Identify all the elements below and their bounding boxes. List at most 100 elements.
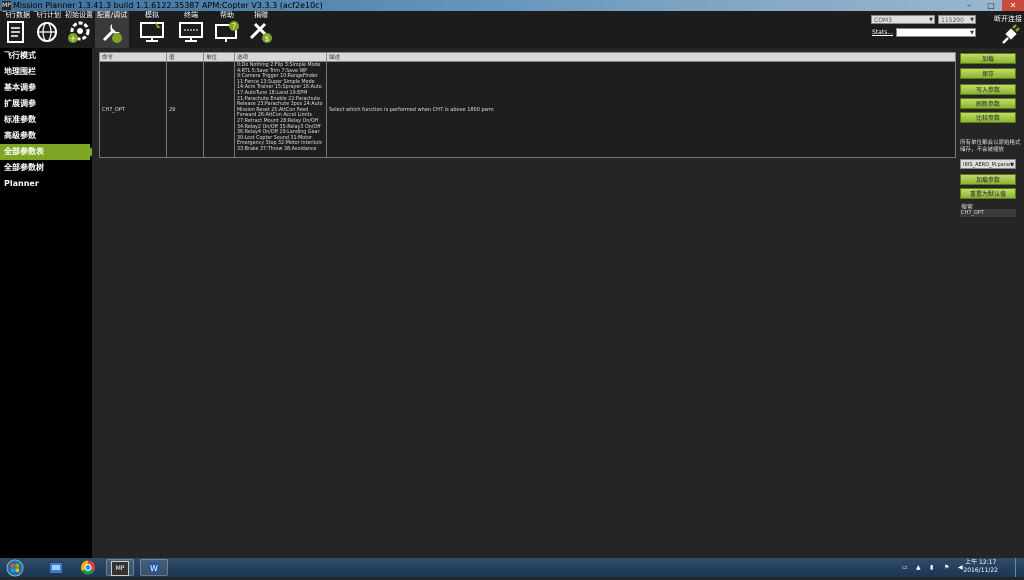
disconnect-label: 断开连接 xyxy=(994,15,1022,23)
save-button[interactable]: 保存 xyxy=(960,68,1016,79)
tray-keyboard-icon[interactable]: ▭ xyxy=(902,564,908,571)
toolbar-donate[interactable]: 捐赠 $ xyxy=(245,11,277,48)
sidebar-item-label: 地理围栏 xyxy=(4,67,36,76)
reset-defaults-button[interactable]: 重置为默认值 xyxy=(960,188,1016,199)
terminal-icon xyxy=(179,22,203,42)
taskbar-explorer[interactable] xyxy=(42,559,70,576)
svg-text:+: + xyxy=(70,34,77,43)
word-icon: W xyxy=(148,562,160,573)
column-header-options[interactable]: 选项 xyxy=(234,52,327,62)
show-desktop-button[interactable] xyxy=(1015,558,1024,577)
toolbar-label: 捐赠 xyxy=(254,11,268,19)
sidebar-item-full-param-list[interactable]: 全部参数表 xyxy=(0,144,96,160)
svg-text:?: ? xyxy=(232,22,236,31)
flight-plan-icon xyxy=(37,22,57,42)
taskbar-chrome[interactable] xyxy=(74,559,102,576)
connection-panel: COM3 ▼ 115200 ▼ Stats... ▼ 断开连接 xyxy=(870,14,1023,48)
toolbar-flight-data[interactable]: 飞行数据 xyxy=(2,11,30,48)
column-header-command[interactable]: 命令 xyxy=(99,52,167,62)
column-header-value[interactable]: 值 xyxy=(166,52,204,62)
load-button[interactable]: 加载 xyxy=(960,53,1016,64)
sidebar-item-label: 标准参数 xyxy=(4,115,36,124)
com-port-value: COM3 xyxy=(874,17,892,24)
sidebar-item-full-param-tree[interactable]: 全部参数树 xyxy=(0,160,92,176)
toolbar-config-tuning[interactable]: 配置/调试 xyxy=(95,11,129,48)
tray-volume-icon[interactable]: ◀ xyxy=(958,564,963,571)
param-unit-cell xyxy=(203,61,235,158)
sidebar-item-label: 扩展调参 xyxy=(4,99,36,108)
write-params-button[interactable]: 写入参数 xyxy=(960,84,1016,95)
disconnect-plug-icon[interactable] xyxy=(1000,24,1020,46)
toolbar-label: 模拟 xyxy=(145,11,159,19)
compare-params-button[interactable]: 比较参数 xyxy=(960,112,1016,123)
column-header-unit[interactable]: 单位 xyxy=(203,52,235,62)
clock-time: 上午 12:17 xyxy=(965,559,997,566)
main-toolbar: 飞行数据 飞行计划 初始设置 + 配置/调试 模拟 终端 帮助 ? 捐赠 $ C… xyxy=(0,11,1024,48)
toolbar-label: 终端 xyxy=(184,11,198,19)
toolbar-label: 配置/调试 xyxy=(96,11,128,19)
taskbar-mission-planner[interactable]: MP xyxy=(106,559,134,576)
table-row[interactable]: CH7_OPT 29 0:Do Nothing 2:Flip 3:Simple … xyxy=(99,61,956,158)
sidebar-item-label: 全部参数表 xyxy=(4,147,44,156)
refresh-params-button[interactable]: 刷新参数 xyxy=(960,98,1016,109)
search-input[interactable]: CH7_OPT xyxy=(960,209,1016,217)
load-params-button[interactable]: 加载参数 xyxy=(960,174,1016,185)
sidebar-item-geofence[interactable]: 地理围栏 xyxy=(0,64,92,80)
param-table: 命令 值 单位 选项 描述 CH7_OPT 29 0:Do Nothing 2:… xyxy=(99,52,956,158)
sidebar-item-label: 基本调参 xyxy=(4,83,36,92)
close-button[interactable]: ✕ xyxy=(1002,0,1024,11)
maximize-button[interactable]: □ xyxy=(980,0,1002,11)
mission-planner-icon: MP xyxy=(111,561,129,576)
start-orb-icon[interactable] xyxy=(6,559,24,577)
param-value-cell[interactable]: 29 xyxy=(166,61,204,158)
taskbar-word[interactable]: W xyxy=(140,559,168,576)
sidebar-item-basic-tuning[interactable]: 基本调参 xyxy=(0,80,92,96)
tray-chevron-icon[interactable]: ▲ xyxy=(916,564,921,571)
sidebar-item-standard-params[interactable]: 标准参数 xyxy=(0,112,92,128)
sidebar-item-extended-tuning[interactable]: 扩展调参 xyxy=(0,96,92,112)
toolbar-label: 初始设置 xyxy=(65,11,93,19)
units-note: 所有单位都会以原始格式储存，不会被缩放 xyxy=(960,140,1021,153)
simulation-icon xyxy=(140,22,164,42)
chevron-down-icon: ▼ xyxy=(970,17,974,23)
taskbar-clock[interactable]: 上午 12:17 2016/11/22 xyxy=(963,559,998,575)
window-title: Mission Planner 1.3.41.3 build 1.1.6122.… xyxy=(13,1,323,10)
sidebar-item-label: 飞行模式 xyxy=(4,51,36,60)
stats-link[interactable]: Stats... xyxy=(872,29,893,36)
help-icon: ? xyxy=(215,21,239,42)
svg-text:W: W xyxy=(150,564,158,573)
param-options-cell: 0:Do Nothing 2:Flip 3:Simple Mode 4:RTL … xyxy=(234,61,327,158)
chevron-down-icon: ▼ xyxy=(929,17,933,23)
app-logo-icon: MP xyxy=(2,1,11,10)
toolbar-flight-plan[interactable]: 飞行计划 xyxy=(32,11,62,48)
toolbar-terminal[interactable]: 终端 xyxy=(174,11,208,48)
tray-network-icon[interactable]: ▮ xyxy=(930,564,933,571)
param-file-value: IRIS_AERO_M.param xyxy=(963,162,1014,168)
toolbar-label: 帮助 xyxy=(220,11,234,19)
toolbar-help[interactable]: 帮助 ? xyxy=(210,11,244,48)
tray-flag-icon[interactable]: ⚑ xyxy=(944,564,949,571)
sidebar-item-flight-modes[interactable]: 飞行模式 xyxy=(0,48,92,64)
com-port-select[interactable]: COM3 ▼ xyxy=(871,15,935,24)
sidebar-item-advanced-params[interactable]: 高级参数 xyxy=(0,128,92,144)
table-header-row: 命令 值 单位 选项 描述 xyxy=(99,52,956,62)
baud-rate-value: 115200 xyxy=(941,17,964,24)
sidebar-item-label: Planner xyxy=(4,179,39,188)
toolbar-initial-setup[interactable]: 初始设置 + xyxy=(64,11,94,48)
vehicle-select[interactable]: ▼ xyxy=(896,28,976,37)
toolbar-label: 飞行数据 xyxy=(2,11,30,19)
sidebar-item-label: 全部参数树 xyxy=(4,163,44,172)
column-header-description[interactable]: 描述 xyxy=(326,52,956,62)
chevron-down-icon: ▼ xyxy=(970,30,974,36)
baud-rate-select[interactable]: 115200 ▼ xyxy=(938,15,976,24)
clock-date: 2016/11/22 xyxy=(963,567,998,574)
minimize-button[interactable]: – xyxy=(958,0,980,11)
config-tuning-icon xyxy=(102,24,122,43)
param-description-cell: Select which function is performed when … xyxy=(326,61,956,158)
chevron-down-icon: ▼ xyxy=(1010,162,1014,168)
param-file-select[interactable]: IRIS_AERO_M.param ▼ xyxy=(960,159,1016,169)
toolbar-simulation[interactable]: 模拟 xyxy=(134,11,170,48)
config-sidebar: 飞行模式 地理围栏 基本调参 扩展调参 标准参数 高级参数 全部参数表 全部参数… xyxy=(0,48,96,558)
windows-taskbar: MP W ▭ ▲ ▮ ⚑ ◀ 上午 12:17 2016/11/22 xyxy=(0,558,1024,577)
sidebar-item-planner[interactable]: Planner xyxy=(0,176,92,192)
